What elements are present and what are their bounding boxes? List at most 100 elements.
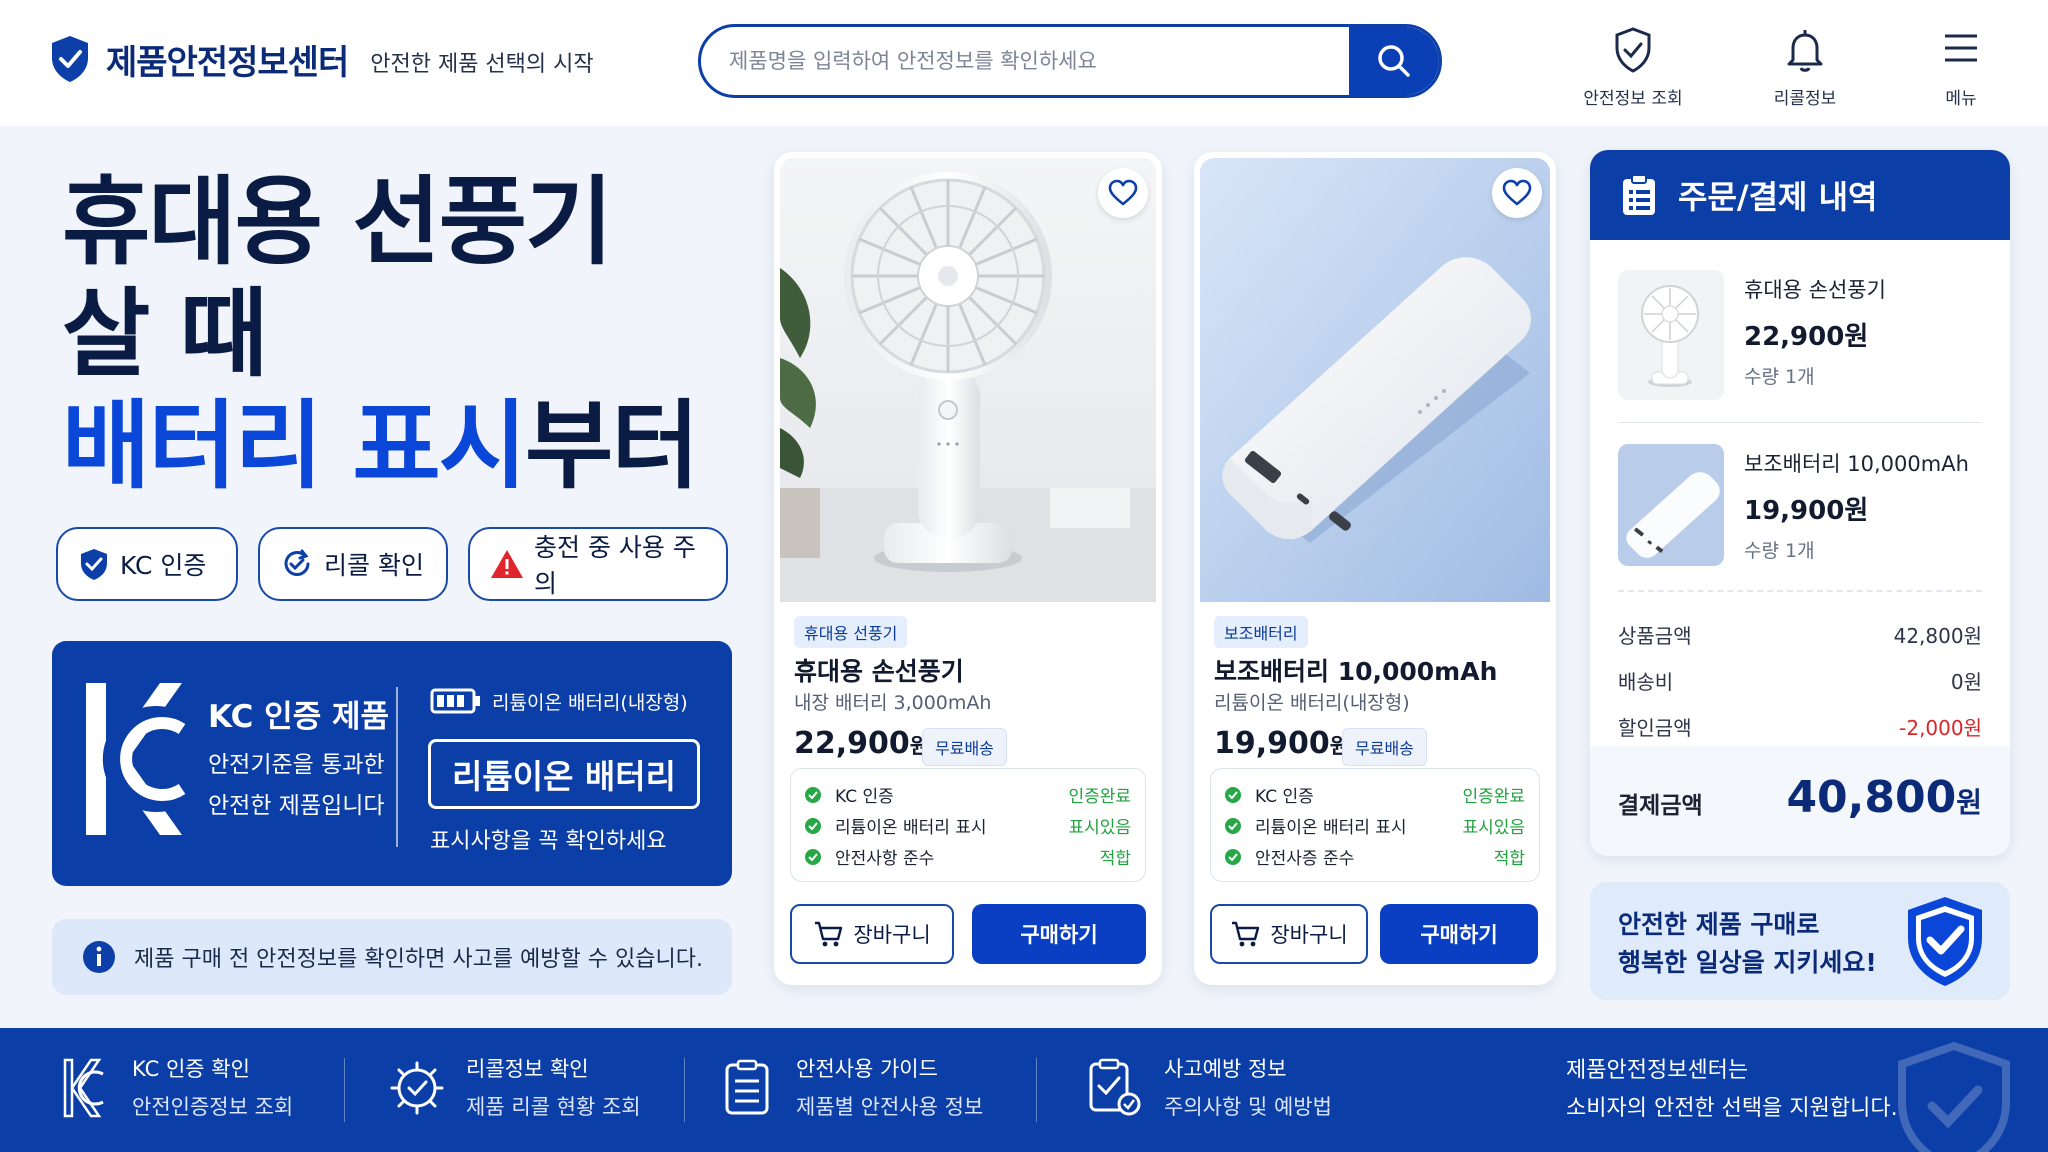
nav-recall-info[interactable]: 리콜정보 <box>1740 26 1870 109</box>
buy-now-button[interactable]: 구매하기 <box>972 904 1146 964</box>
kc-mark-icon <box>52 1056 114 1120</box>
bell-icon <box>1740 26 1870 76</box>
pill-recall-check[interactable]: 리콜 확인 <box>258 527 448 601</box>
nav-label: 메뉴 <box>1945 89 1977 109</box>
shield-check-icon <box>78 547 120 581</box>
cart-icon <box>1230 920 1270 948</box>
battery-type-label: 리튬이온 배터리(내장형) <box>430 687 688 715</box>
safety-message-card: 안전한 제품 구매로 행복한 일상을 지키세요! <box>1590 882 2010 1000</box>
product-price: 22,900원 <box>794 726 929 761</box>
product-name[interactable]: 휴대용 손선풍기 <box>794 652 964 688</box>
divider <box>1618 422 1982 423</box>
heart-icon <box>1502 179 1532 207</box>
shield-watermark-icon <box>1894 1042 2014 1152</box>
search-button[interactable] <box>1349 27 1439 95</box>
line-label: 배송비 <box>1618 670 1674 694</box>
pill-kc-cert[interactable]: KC 인증 <box>56 527 238 601</box>
info-text: 제품 구매 전 안전정보를 확인하면 사고를 예방할 수 있습니다. <box>134 947 703 972</box>
check-label: 안전사항 준수 <box>835 849 935 869</box>
document-icon <box>716 1059 778 1117</box>
nav-label: 리콜정보 <box>1773 89 1837 109</box>
footer-item-sub: 주의사항 및 예방법 <box>1164 1095 1332 1119</box>
check-label: KC 인증 <box>1255 787 1314 807</box>
check-row: 안전사증 준수 적합 <box>1225 841 1525 872</box>
top-header: 제품안전정보센터 안전한 제품 선택의 시작 안전정보 조회 리콜정보 메뉴 <box>0 0 2048 126</box>
wishlist-button[interactable] <box>1098 168 1148 218</box>
product-name[interactable]: 보조배터리 10,000mAh <box>1214 652 1497 688</box>
nav-safety-info[interactable]: 안전정보 조회 <box>1568 26 1698 109</box>
safety-message: 안전한 제품 구매로 행복한 일상을 지키세요! <box>1618 906 1877 982</box>
brand-title: 제품안전정보센터 <box>106 42 349 83</box>
category-tag: 휴대용 선풍기 <box>794 616 908 648</box>
footer-item-sub: 제품별 안전사용 정보 <box>796 1095 984 1119</box>
wishlist-button[interactable] <box>1492 168 1542 218</box>
check-status: 인증완료 <box>1068 787 1131 807</box>
buy-now-button[interactable]: 구매하기 <box>1380 904 1538 964</box>
check-label: 리튬이온 배터리 표시 <box>835 818 987 838</box>
check-icon <box>805 848 821 865</box>
divider <box>1036 1058 1037 1122</box>
order-line-discount: 할인금액 -2,000원 <box>1618 712 1982 741</box>
order-line-shipping: 배송비 0원 <box>1618 666 1982 695</box>
shield-check-icon <box>1568 26 1698 76</box>
hamburger-menu-icon <box>1896 26 2026 76</box>
check-row: 안전사항 준수 적합 <box>805 841 1131 872</box>
footer-accident-prevention[interactable]: 사고예방 정보 주의사항 및 예방법 <box>1084 1050 1332 1126</box>
kc-desc-line: 안전한 제품입니다 <box>208 793 385 819</box>
check-icon <box>1225 786 1241 803</box>
check-icon <box>1225 817 1241 834</box>
order-item-qty: 수량 1개 <box>1744 366 1815 388</box>
footer-recall-check[interactable]: 리콜정보 확인 제품 리콜 현황 조회 <box>386 1050 641 1126</box>
battery-icon <box>430 687 492 715</box>
order-item-name: 보조배터리 10,000mAh <box>1744 452 1969 476</box>
order-thumb-powerbank <box>1618 444 1724 566</box>
footer-item-sub: 제품 리콜 현황 조회 <box>466 1095 641 1119</box>
footer-kc-check[interactable]: KC 인증 확인 안전인증정보 조회 <box>52 1050 293 1126</box>
line-value: 42,800원 <box>1893 624 1982 648</box>
safety-checklist: KC 인증 인증완료 리튬이온 배터리 표시 표시있음 안전사항 준수 적합 <box>790 768 1146 882</box>
search-input[interactable] <box>729 27 1329 95</box>
product-image-powerbank[interactable] <box>1200 158 1550 602</box>
check-row: KC 인증 인증완료 <box>1225 779 1525 810</box>
add-to-cart-button[interactable]: 장바구니 <box>790 904 954 964</box>
kc-title: KC 인증 제품 <box>208 699 390 735</box>
safety-checklist: KC 인증 인증완료 리튬이온 배터리 표시 표시있음 안전사증 준수 적합 <box>1210 768 1540 882</box>
shipping-badge: 무료배송 <box>1342 728 1427 766</box>
line-label: 상품금액 <box>1618 624 1692 648</box>
pill-charging-warning[interactable]: 충전 중 사용 주의 <box>468 527 728 601</box>
total-value: 40,800원 <box>1786 772 1982 823</box>
nav-menu[interactable]: 메뉴 <box>1896 26 2026 109</box>
clipboard-check-icon <box>1084 1058 1146 1118</box>
hero-headline: 휴대용 선풍기 살 때 배터리 표시부터 <box>62 166 700 502</box>
search-icon <box>1376 43 1412 79</box>
pill-label: 리콜 확인 <box>324 551 424 580</box>
check-label: 리튬이온 배터리 표시 <box>1255 818 1407 838</box>
hero-line-3-rest: 부터 <box>525 390 700 502</box>
product-card[interactable]: 보조배터리 보조배터리 10,000mAh 리튬이온 배터리(내장형) 19,9… <box>1194 152 1556 985</box>
category-tag: 보조배터리 <box>1214 616 1308 648</box>
footer: KC 인증 확인 안전인증정보 조회 리콜정보 확인 제품 리콜 현황 조회 안… <box>0 1028 2048 1152</box>
product-image-fan[interactable] <box>780 158 1156 602</box>
line-value: -2,000원 <box>1899 716 1982 740</box>
kc-desc-line: 안전기준을 통과한 <box>208 752 385 778</box>
hero-line-1: 휴대용 선풍기 <box>62 166 613 278</box>
brand-logo[interactable]: 제품안전정보센터 안전한 제품 선택의 시작 <box>48 34 594 84</box>
divider <box>684 1058 685 1122</box>
order-line-subtotal: 상품금액 42,800원 <box>1618 620 1982 649</box>
product-card[interactable]: 휴대용 선풍기 휴대용 손선풍기 내장 배터리 3,000mAh 22,900원… <box>774 152 1162 985</box>
footer-item-title: 안전사용 가이드 <box>796 1057 938 1081</box>
hero-line-2: 살 때 <box>62 278 268 390</box>
check-status: 인증완료 <box>1462 787 1525 807</box>
order-item-price: 22,900원 <box>1744 322 1869 352</box>
info-notice: 제품 구매 전 안전정보를 확인하면 사고를 예방할 수 있습니다. <box>52 919 732 995</box>
refresh-check-icon <box>280 547 324 581</box>
divider <box>344 1058 345 1122</box>
shield-logo-icon <box>48 34 92 84</box>
check-status: 적합 <box>1099 849 1131 869</box>
brand-subtitle: 안전한 제품 선택의 시작 <box>370 52 594 77</box>
check-row: 리튬이온 배터리 표시 표시있음 <box>805 810 1131 841</box>
footer-item-title: KC 인증 확인 <box>132 1057 250 1081</box>
footer-safety-guide[interactable]: 안전사용 가이드 제품별 안전사용 정보 <box>716 1050 983 1126</box>
line-label: 할인금액 <box>1618 716 1692 740</box>
add-to-cart-button[interactable]: 장바구니 <box>1210 904 1368 964</box>
